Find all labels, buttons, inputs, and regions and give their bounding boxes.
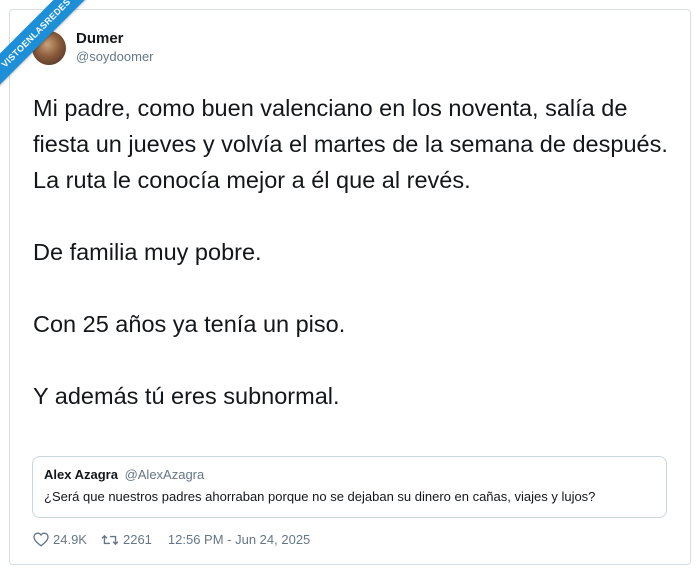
quoted-tweet-header: Alex Azagra @AlexAzagra	[44, 466, 655, 483]
tweet-paragraph: De familia muy pobre.	[33, 239, 262, 265]
retweet-count: 2261	[122, 532, 152, 547]
quoted-tweet-text: ¿Será que nuestros padres ahorraban porq…	[44, 489, 596, 504]
retweet-button[interactable]: 2261	[101, 532, 152, 547]
retweet-icon	[101, 533, 119, 547]
tweet-footer: 24.9K 2261 12:56 PM - Jun 24, 2025	[33, 532, 310, 547]
tweet-paragraph: Mi padre, como buen valenciano en los no…	[33, 95, 668, 193]
like-count: 24.9K	[53, 532, 87, 547]
tweet-paragraph: Con 25 años ya tenía un piso.	[33, 311, 346, 337]
author-handle[interactable]: @soydoomer	[76, 48, 154, 65]
timestamp[interactable]: 12:56 PM - Jun 24, 2025	[168, 532, 310, 547]
quoted-handle: @AlexAzagra	[124, 467, 205, 482]
quoted-tweet[interactable]: Alex Azagra @AlexAzagra ¿Será que nuestr…	[32, 456, 667, 518]
author-names: Dumer @soydoomer	[76, 30, 154, 65]
heart-icon	[33, 532, 49, 547]
quoted-display-name: Alex Azagra	[44, 467, 118, 482]
like-button[interactable]: 24.9K	[33, 532, 87, 547]
author-display-name[interactable]: Dumer	[76, 30, 154, 48]
tweet-paragraph: Y además tú eres subnormal.	[33, 383, 340, 409]
tweet-text: Mi padre, como buen valenciano en los no…	[33, 90, 673, 414]
tweet-header: Dumer @soydoomer	[32, 30, 154, 65]
